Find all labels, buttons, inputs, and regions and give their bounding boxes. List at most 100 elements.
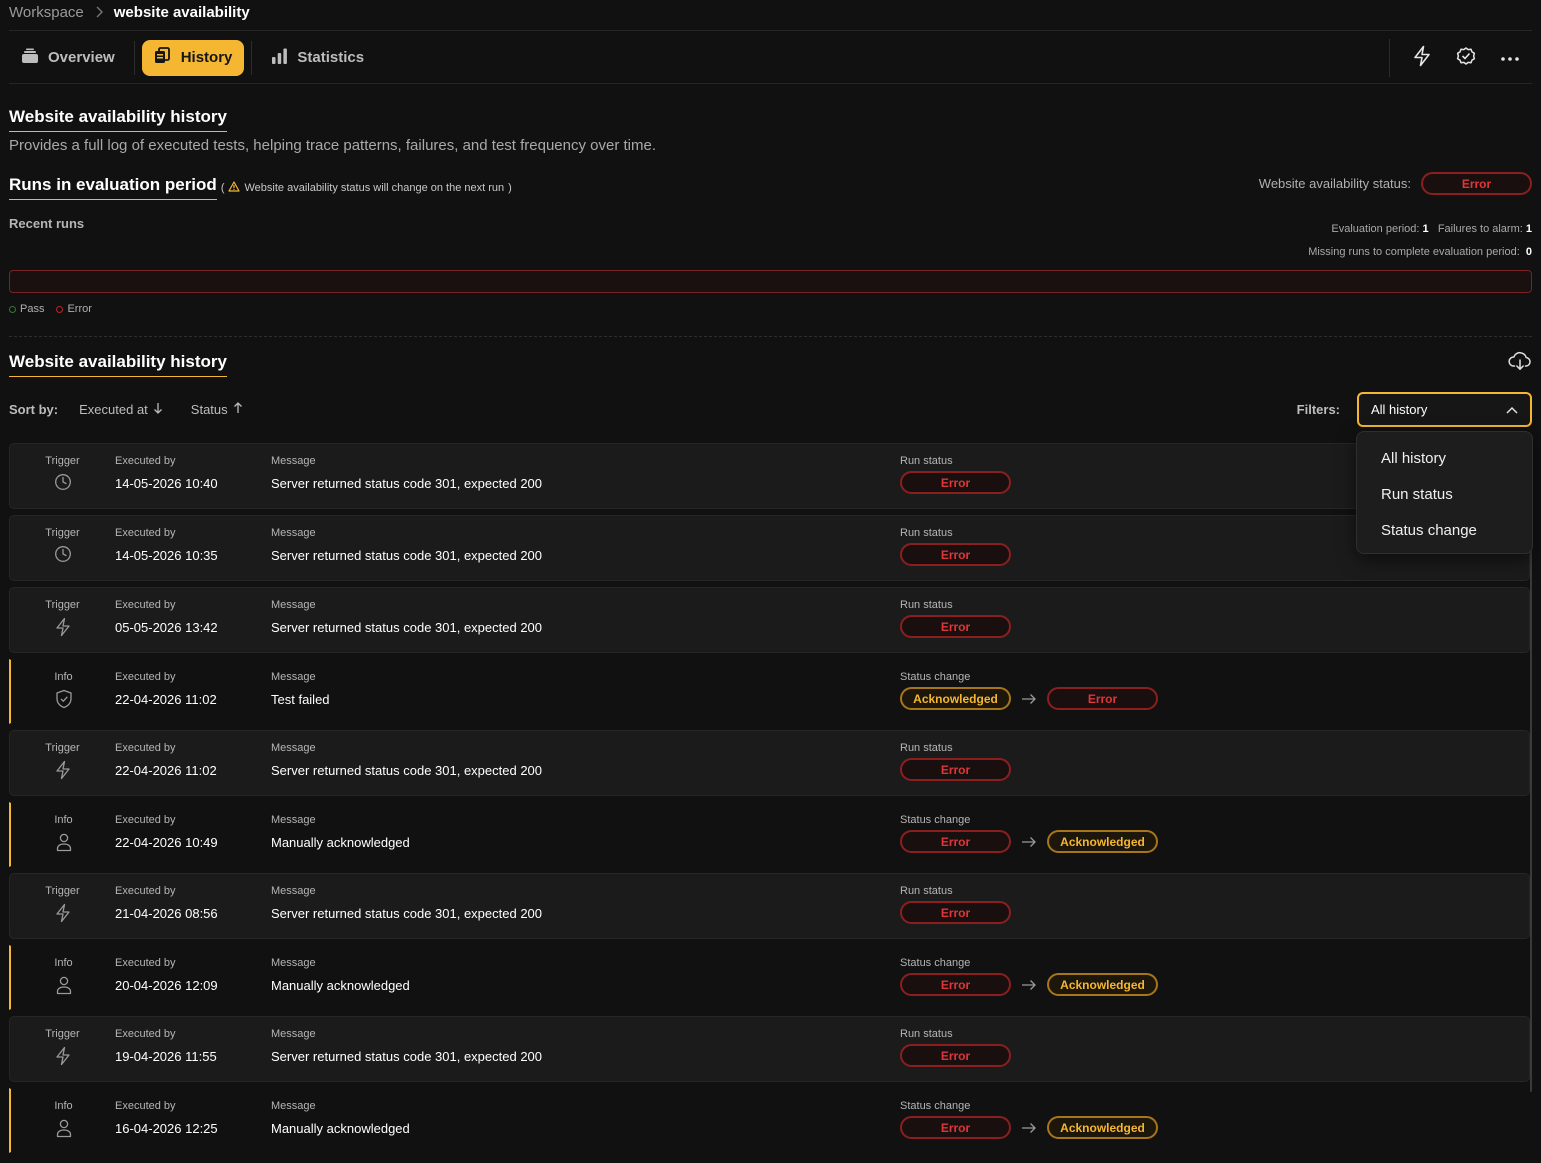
runs-header: Runs in evaluation period ( Website avai… bbox=[9, 175, 512, 200]
history-icon bbox=[154, 47, 172, 68]
executed-label: Executed by bbox=[115, 527, 176, 539]
status-label: Run status bbox=[900, 527, 953, 539]
runs-title: Runs in evaluation period bbox=[9, 175, 217, 200]
trigger-cell: Info bbox=[11, 1100, 116, 1138]
cloud-download-icon bbox=[1508, 351, 1532, 374]
bar-chart-icon bbox=[271, 48, 288, 68]
executed-value: 22-04-2026 10:49 bbox=[115, 835, 218, 850]
toolbar: Overview History Statistics bbox=[9, 31, 1532, 84]
history-list: Trigger Executed by 14-05-2026 10:40 Messag… bbox=[9, 443, 1530, 1159]
message-cell: Message Server returned status code 301, … bbox=[271, 1028, 542, 1064]
message-cell: Message Manually acknowledged bbox=[271, 957, 410, 993]
filter-option-run-status[interactable]: Run status bbox=[1357, 476, 1532, 512]
executed-cell: Executed by 22-04-2026 11:02 bbox=[115, 671, 217, 707]
evaluation-info-line: Evaluation period: 1 Failures to alarm: … bbox=[1308, 218, 1532, 241]
lightning-icon bbox=[1412, 45, 1432, 70]
sort-executed-at[interactable]: Executed at bbox=[79, 402, 163, 417]
warning-icon bbox=[228, 180, 241, 195]
lightning-icon bbox=[10, 617, 115, 637]
table-row[interactable]: Trigger Executed by 22-04-2026 11:02 Messag… bbox=[9, 730, 1530, 796]
recent-runs-bar bbox=[9, 270, 1532, 293]
table-row[interactable]: Trigger Executed by 19-04-2026 11:55 Messag… bbox=[9, 1016, 1530, 1082]
paren-close: ) bbox=[508, 181, 512, 194]
filter-option-all-history[interactable]: All history bbox=[1357, 440, 1532, 476]
executed-label: Executed by bbox=[115, 599, 176, 611]
message-label: Message bbox=[271, 527, 316, 539]
run-now-button[interactable] bbox=[1400, 40, 1444, 76]
divider bbox=[251, 40, 253, 75]
message-value: Server returned status code 301, expecte… bbox=[271, 476, 543, 491]
legend-error-label: Error bbox=[67, 303, 92, 315]
breadcrumb-workspace[interactable]: Workspace bbox=[9, 4, 84, 21]
message-value: Server returned status code 301, expecte… bbox=[271, 763, 543, 778]
legend: Pass Error bbox=[9, 303, 92, 315]
status-badge: Acknowledged bbox=[1047, 1116, 1158, 1139]
table-row[interactable]: Info Executed by 22-04-2026 11:02 Message Te… bbox=[9, 659, 1530, 724]
status-badge: Error bbox=[900, 1116, 1011, 1139]
status-label: Status change bbox=[900, 957, 971, 969]
filter-option-status-change[interactable]: Status change bbox=[1357, 512, 1532, 548]
executed-value: 22-04-2026 11:02 bbox=[115, 763, 217, 778]
runs-note: ( Website availability status will chang… bbox=[220, 180, 512, 195]
table-row[interactable]: Info Executed by 22-04-2026 10:49 Message Ma… bbox=[9, 802, 1530, 867]
message-label: Message bbox=[271, 885, 316, 897]
table-row[interactable]: Trigger Executed by 05-05-2026 13:42 Messag… bbox=[9, 587, 1530, 653]
message-label: Message bbox=[271, 455, 316, 467]
scrollbar[interactable] bbox=[1530, 540, 1532, 1092]
breadcrumb: Workspace website availability bbox=[9, 3, 250, 21]
message-value: Manually acknowledged bbox=[271, 1121, 410, 1136]
message-cell: Message Server returned status code 301, … bbox=[271, 885, 542, 921]
stack-icon bbox=[21, 48, 39, 68]
status-label: Website availability status: bbox=[1258, 176, 1411, 191]
status-badge: Error bbox=[900, 973, 1011, 996]
trigger-cell: Trigger bbox=[10, 455, 115, 491]
clock-icon bbox=[10, 545, 115, 563]
executed-value: 14-05-2026 10:35 bbox=[115, 548, 218, 563]
trigger-cell: Info bbox=[11, 957, 116, 995]
status-cell: Run status Error bbox=[900, 527, 1011, 566]
toolbar-actions bbox=[1389, 31, 1532, 84]
table-row[interactable]: Info Executed by 16-04-2026 12:25 Message Ma… bbox=[9, 1088, 1530, 1153]
message-label: Message bbox=[271, 1100, 316, 1112]
executed-cell: Executed by 19-04-2026 11:55 bbox=[115, 1028, 217, 1064]
status-pills: Error bbox=[900, 471, 1011, 494]
filter-select[interactable]: All history bbox=[1357, 392, 1532, 427]
download-button[interactable] bbox=[1508, 351, 1532, 374]
trigger-cell: Info bbox=[11, 671, 116, 709]
tab-overview[interactable]: Overview bbox=[9, 40, 127, 76]
paren-open: ( bbox=[220, 181, 225, 194]
status-pills: Error Acknowledged bbox=[900, 830, 1158, 853]
status-badge: Acknowledged bbox=[1047, 973, 1158, 996]
trigger-label: Trigger bbox=[45, 1028, 80, 1040]
status-badge: Error bbox=[900, 543, 1011, 566]
table-row[interactable]: Trigger Executed by 14-05-2026 10:40 Messag… bbox=[9, 443, 1530, 509]
runs-note-text: Website availability status will change … bbox=[244, 181, 505, 194]
table-row[interactable]: Trigger Executed by 21-04-2026 08:56 Messag… bbox=[9, 873, 1530, 939]
status-badge: Error bbox=[900, 615, 1011, 638]
executed-label: Executed by bbox=[115, 1100, 176, 1112]
table-row[interactable]: Info Executed by 20-04-2026 12:09 Message Ma… bbox=[9, 945, 1530, 1010]
table-row[interactable]: Trigger Executed by 14-05-2026 10:35 Messag… bbox=[9, 515, 1530, 581]
trigger-label: Trigger bbox=[45, 455, 80, 467]
trigger-cell: Trigger bbox=[10, 885, 115, 923]
status-label: Run status bbox=[900, 1028, 953, 1040]
sort-status[interactable]: Status bbox=[191, 402, 243, 417]
status-badge: Error bbox=[1047, 687, 1158, 710]
status-label: Run status bbox=[900, 455, 953, 467]
executed-cell: Executed by 05-05-2026 13:42 bbox=[115, 599, 218, 635]
executed-value: 19-04-2026 11:55 bbox=[115, 1049, 217, 1064]
tab-label: History bbox=[180, 49, 233, 66]
trigger-label: Trigger bbox=[45, 885, 80, 897]
executed-value: 22-04-2026 11:02 bbox=[115, 692, 217, 707]
filters-label: Filters: bbox=[1296, 402, 1340, 417]
user-icon bbox=[11, 832, 116, 852]
tab-history[interactable]: History bbox=[141, 39, 245, 76]
status-cell: Run status Error bbox=[900, 742, 1011, 781]
executed-value: 16-04-2026 12:25 bbox=[115, 1121, 218, 1136]
filter-selected-value: All history bbox=[1371, 402, 1428, 417]
tab-statistics[interactable]: Statistics bbox=[259, 40, 376, 76]
more-button[interactable] bbox=[1488, 40, 1532, 76]
acknowledge-button[interactable] bbox=[1444, 40, 1488, 76]
executed-label: Executed by bbox=[115, 957, 176, 969]
status-pills: Error bbox=[900, 758, 1011, 781]
